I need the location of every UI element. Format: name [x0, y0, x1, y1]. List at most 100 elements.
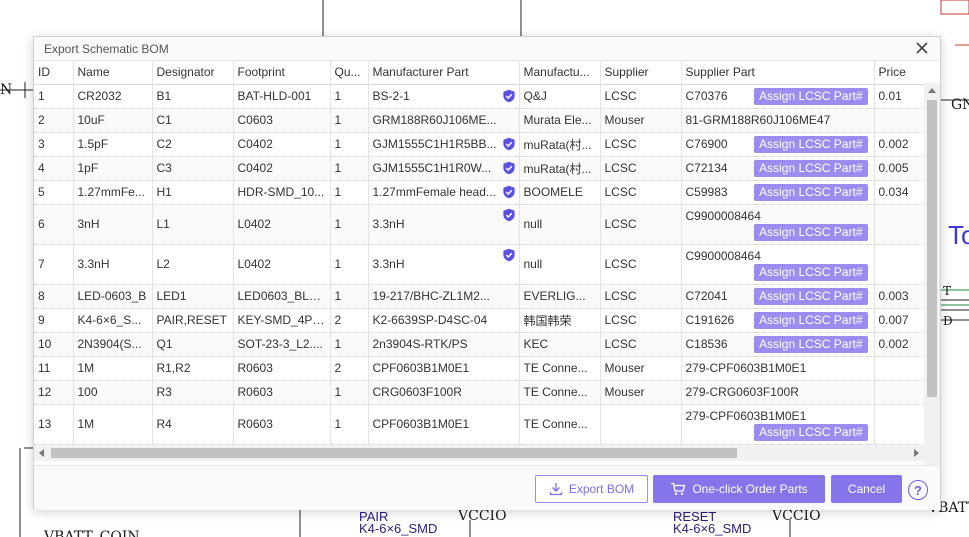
cell-supplier-part[interactable]: 279-CPF0603B1M0E1 Assign LCSC Part#	[681, 404, 875, 445]
cell-manufacturer-part[interactable]: BS-2-1	[368, 84, 520, 109]
cell-supplier[interactable]: LCSC	[600, 84, 682, 109]
cell-footprint[interactable]: C0603	[233, 108, 331, 133]
export-bom-button[interactable]: Export BOM	[535, 475, 648, 503]
cell-designator[interactable]: C1	[152, 108, 234, 133]
assign-lcsc-part-button[interactable]: Assign LCSC Part#	[754, 263, 868, 281]
cell-manufacturer[interactable]: Murata Ele...	[519, 108, 601, 133]
cell-id[interactable]: 12	[34, 380, 74, 405]
assign-lcsc-part-button[interactable]: Assign LCSC Part#	[754, 135, 868, 153]
cell-name[interactable]: 3nH	[73, 204, 153, 245]
cell-quantity[interactable]: 1	[330, 204, 369, 245]
cell-supplier[interactable]: Mouser	[600, 356, 682, 381]
cell-supplier[interactable]: Mouser	[600, 108, 682, 133]
cell-manufacturer[interactable]: TE Conne...	[519, 380, 601, 405]
cell-footprint[interactable]: LED0603_BLUE	[233, 284, 331, 309]
cell-quantity[interactable]: 1	[330, 156, 369, 181]
assign-lcsc-part-button[interactable]: Assign LCSC Part#	[754, 183, 868, 201]
cell-id[interactable]: 1	[34, 84, 74, 109]
table-row[interactable]: 5 1.27mmFe... H1 HDR-SMD_10... 1 1.27mmFemale…	[34, 180, 940, 205]
cell-designator[interactable]: H1	[152, 180, 234, 205]
cell-manufacturer-part[interactable]: 3.3nH	[368, 244, 520, 285]
cell-supplier[interactable]: LCSC	[600, 244, 682, 285]
table-row[interactable]: 1 CR2032 B1 BAT-HLD-001 1 BS-2-1 Q&J LCSC C70376…	[34, 84, 940, 109]
cell-supplier-part[interactable]: 279-CPF0603B1M0E1	[681, 356, 875, 381]
column-header-supplier[interactable]: Supplier	[600, 61, 682, 85]
cell-supplier-part[interactable]: C72134 Assign LCSC Part#	[681, 156, 875, 181]
cell-name[interactable]: CR2032	[73, 84, 153, 109]
cell-manufacturer-part[interactable]: CRG0603F100R	[368, 380, 520, 405]
cell-footprint[interactable]: L0402	[233, 204, 331, 245]
cell-manufacturer[interactable]: 韩国韩荣	[519, 308, 601, 333]
cell-footprint[interactable]: R0603	[233, 380, 331, 405]
table-row[interactable]: 12 100 R3 R0603 1 CRG0603F100R TE Conne... Mous…	[34, 380, 940, 405]
cell-name[interactable]: K4-6×6_S...	[73, 308, 153, 333]
cell-supplier[interactable]: LCSC	[600, 156, 682, 181]
horizontal-scrollbar[interactable]	[34, 445, 924, 461]
cell-manufacturer-part[interactable]: 3.3nH	[368, 204, 520, 245]
cell-id[interactable]: 13	[34, 404, 74, 445]
cell-id[interactable]: 7	[34, 244, 74, 285]
vertical-scroll-thumb[interactable]	[927, 100, 937, 397]
cell-quantity[interactable]: 2	[330, 308, 369, 333]
cell-quantity[interactable]: 1	[330, 284, 369, 309]
cell-footprint[interactable]: R0603	[233, 404, 331, 445]
cell-quantity[interactable]: 1	[330, 332, 369, 357]
scroll-left-arrow-icon[interactable]	[39, 449, 44, 457]
cell-quantity[interactable]: 1	[330, 244, 369, 285]
cell-manufacturer-part[interactable]: K2-6639SP-D4SC-04	[368, 308, 520, 333]
cell-quantity[interactable]: 1	[330, 108, 369, 133]
assign-lcsc-part-button[interactable]: Assign LCSC Part#	[754, 423, 868, 441]
table-row[interactable]: 11 1M R1,R2 R0603 2 CPF0603B1M0E1 TE Conne... M…	[34, 356, 940, 381]
horizontal-scroll-thumb[interactable]	[51, 448, 737, 458]
cell-quantity[interactable]: 1	[330, 180, 369, 205]
cell-supplier[interactable]: LCSC	[600, 204, 682, 245]
assign-lcsc-part-button[interactable]: Assign LCSC Part#	[754, 287, 868, 305]
cell-manufacturer[interactable]: muRata(村...	[519, 132, 601, 157]
cell-designator[interactable]: L2	[152, 244, 234, 285]
column-header-designator[interactable]: Designator	[152, 61, 234, 85]
cell-manufacturer-part[interactable]: 19-217/BHC-ZL1M2...	[368, 284, 520, 309]
cell-designator[interactable]: C2	[152, 132, 234, 157]
cell-manufacturer-part[interactable]: 1.27mmFemale head...	[368, 180, 520, 205]
cell-manufacturer[interactable]: Q&J	[519, 84, 601, 109]
cell-manufacturer-part[interactable]: GJM1555C1H1R0W...	[368, 156, 520, 181]
cell-name[interactable]: 10uF	[73, 108, 153, 133]
cell-quantity[interactable]: 1	[330, 132, 369, 157]
cell-manufacturer[interactable]: KEC	[519, 332, 601, 357]
cell-footprint[interactable]: L0402	[233, 244, 331, 285]
vertical-scrollbar[interactable]	[924, 83, 940, 481]
cell-supplier-part[interactable]: C59983 Assign LCSC Part#	[681, 180, 875, 205]
column-header-footprint[interactable]: Footprint	[233, 61, 331, 85]
cell-designator[interactable]: R3	[152, 380, 234, 405]
cell-designator[interactable]: LED1	[152, 284, 234, 309]
cell-manufacturer-part[interactable]: GJM1555C1H1R5BB...	[368, 132, 520, 157]
cell-id[interactable]: 3	[34, 132, 74, 157]
cell-designator[interactable]: R1,R2	[152, 356, 234, 381]
cell-manufacturer[interactable]: TE Conne...	[519, 356, 601, 381]
cell-name[interactable]: LED-0603_B	[73, 284, 153, 309]
cell-footprint[interactable]: C0402	[233, 156, 331, 181]
table-row[interactable]: 3 1.5pF C2 C0402 1 GJM1555C1H1R5BB... muRata(村…	[34, 132, 940, 157]
cell-quantity[interactable]: 1	[330, 380, 369, 405]
cell-quantity[interactable]: 2	[330, 356, 369, 381]
cell-manufacturer[interactable]: BOOMELE	[519, 180, 601, 205]
cell-footprint[interactable]: BAT-HLD-001	[233, 84, 331, 109]
cell-supplier[interactable]: LCSC	[600, 284, 682, 309]
column-header-manufacturer[interactable]: Manufactu...	[519, 61, 601, 85]
cell-designator[interactable]: PAIR,RESET	[152, 308, 234, 333]
cell-supplier[interactable]: Mouser	[600, 380, 682, 405]
assign-lcsc-part-button[interactable]: Assign LCSC Part#	[754, 223, 868, 241]
column-header-name[interactable]: Name	[73, 61, 153, 85]
assign-lcsc-part-button[interactable]: Assign LCSC Part#	[754, 311, 868, 329]
cell-designator[interactable]: R4	[152, 404, 234, 445]
one-click-order-button[interactable]: One-click Order Parts	[653, 475, 825, 503]
cell-supplier-part[interactable]: C9900008464 Assign LCSC Part#	[681, 204, 875, 245]
cell-id[interactable]: 10	[34, 332, 74, 357]
cell-name[interactable]: 1M	[73, 356, 153, 381]
help-icon[interactable]: ?	[908, 480, 928, 500]
cell-supplier[interactable]	[600, 404, 682, 445]
cell-designator[interactable]: Q1	[152, 332, 234, 357]
column-header-supplier-part[interactable]: Supplier Part	[681, 61, 875, 85]
cell-footprint[interactable]: KEY-SMD_4P-...	[233, 308, 331, 333]
cell-manufacturer[interactable]: TE Conne...	[519, 404, 601, 445]
